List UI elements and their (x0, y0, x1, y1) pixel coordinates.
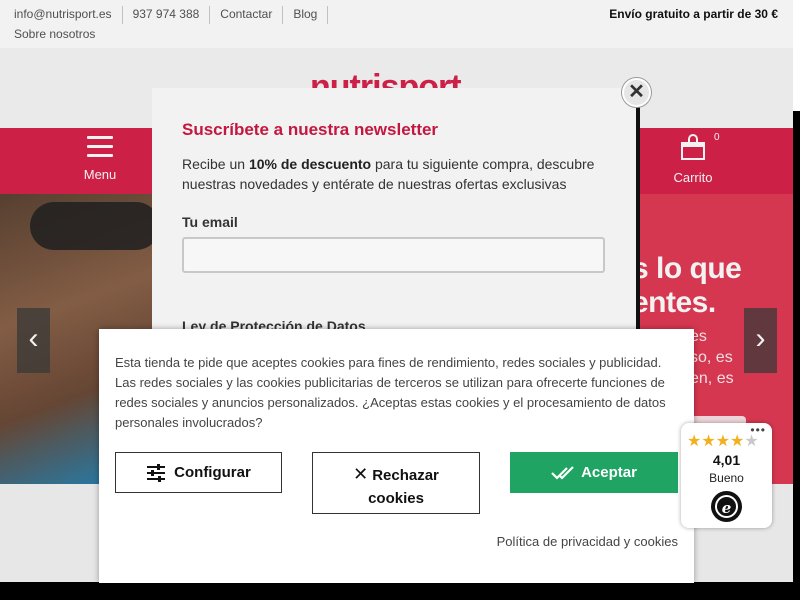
accept-cookies-button[interactable]: Aceptar (510, 452, 678, 493)
rating-value: 4,01 (712, 452, 741, 468)
privacy-policy-link[interactable]: Política de privacidad y cookies (497, 534, 678, 549)
close-icon: ✕ (353, 464, 369, 484)
trusted-logo-letter: e (715, 495, 738, 518)
star-filled-icon: ★ (701, 433, 716, 450)
configure-button[interactable]: Configurar (115, 452, 282, 493)
star-filled-icon: ★ (715, 433, 731, 450)
newsletter-title: Suscríbete a nuestra newsletter (182, 120, 439, 139)
accept-label: Aceptar (581, 464, 637, 481)
close-icon: ✕ (628, 81, 645, 103)
newsletter-description: Recibe un 10% de descuento para tu sigui… (182, 154, 602, 194)
sliders-icon (147, 463, 166, 482)
rating-label: Bueno (709, 471, 744, 485)
star-empty-icon: ★ (744, 433, 759, 450)
rating-stars: ★★★★★ (687, 431, 759, 451)
double-check-icon (551, 465, 574, 480)
reject-label-line2: cookies (368, 490, 424, 507)
newsletter-desc-prefix: Recibe un (182, 156, 249, 172)
newsletter-modal: Suscríbete a nuestra newsletter Recibe u… (152, 88, 636, 338)
email-label: Tu email (182, 214, 238, 230)
configure-label: Configurar (174, 464, 251, 481)
trusted-logo-icon: e (711, 491, 742, 522)
star-filled-icon: ★ (730, 433, 745, 450)
cookie-dialog: Esta tienda te pide que aceptes cookies … (99, 329, 694, 583)
scrollbar-area (793, 0, 800, 111)
trust-badge[interactable]: ••• ★★★★★ 4,01 Bueno e (681, 423, 772, 528)
cookie-message: Esta tienda te pide que aceptes cookies … (115, 355, 666, 430)
newsletter-close-button[interactable]: ✕ (622, 78, 651, 107)
email-input[interactable] (182, 237, 605, 273)
reject-cookies-button[interactable]: ✕ Rechazar cookies (312, 452, 480, 514)
star-filled-icon: ★ (687, 433, 702, 450)
reject-label-line1: Rechazar (372, 467, 439, 484)
newsletter-discount: 10% de descuento (248, 156, 372, 172)
